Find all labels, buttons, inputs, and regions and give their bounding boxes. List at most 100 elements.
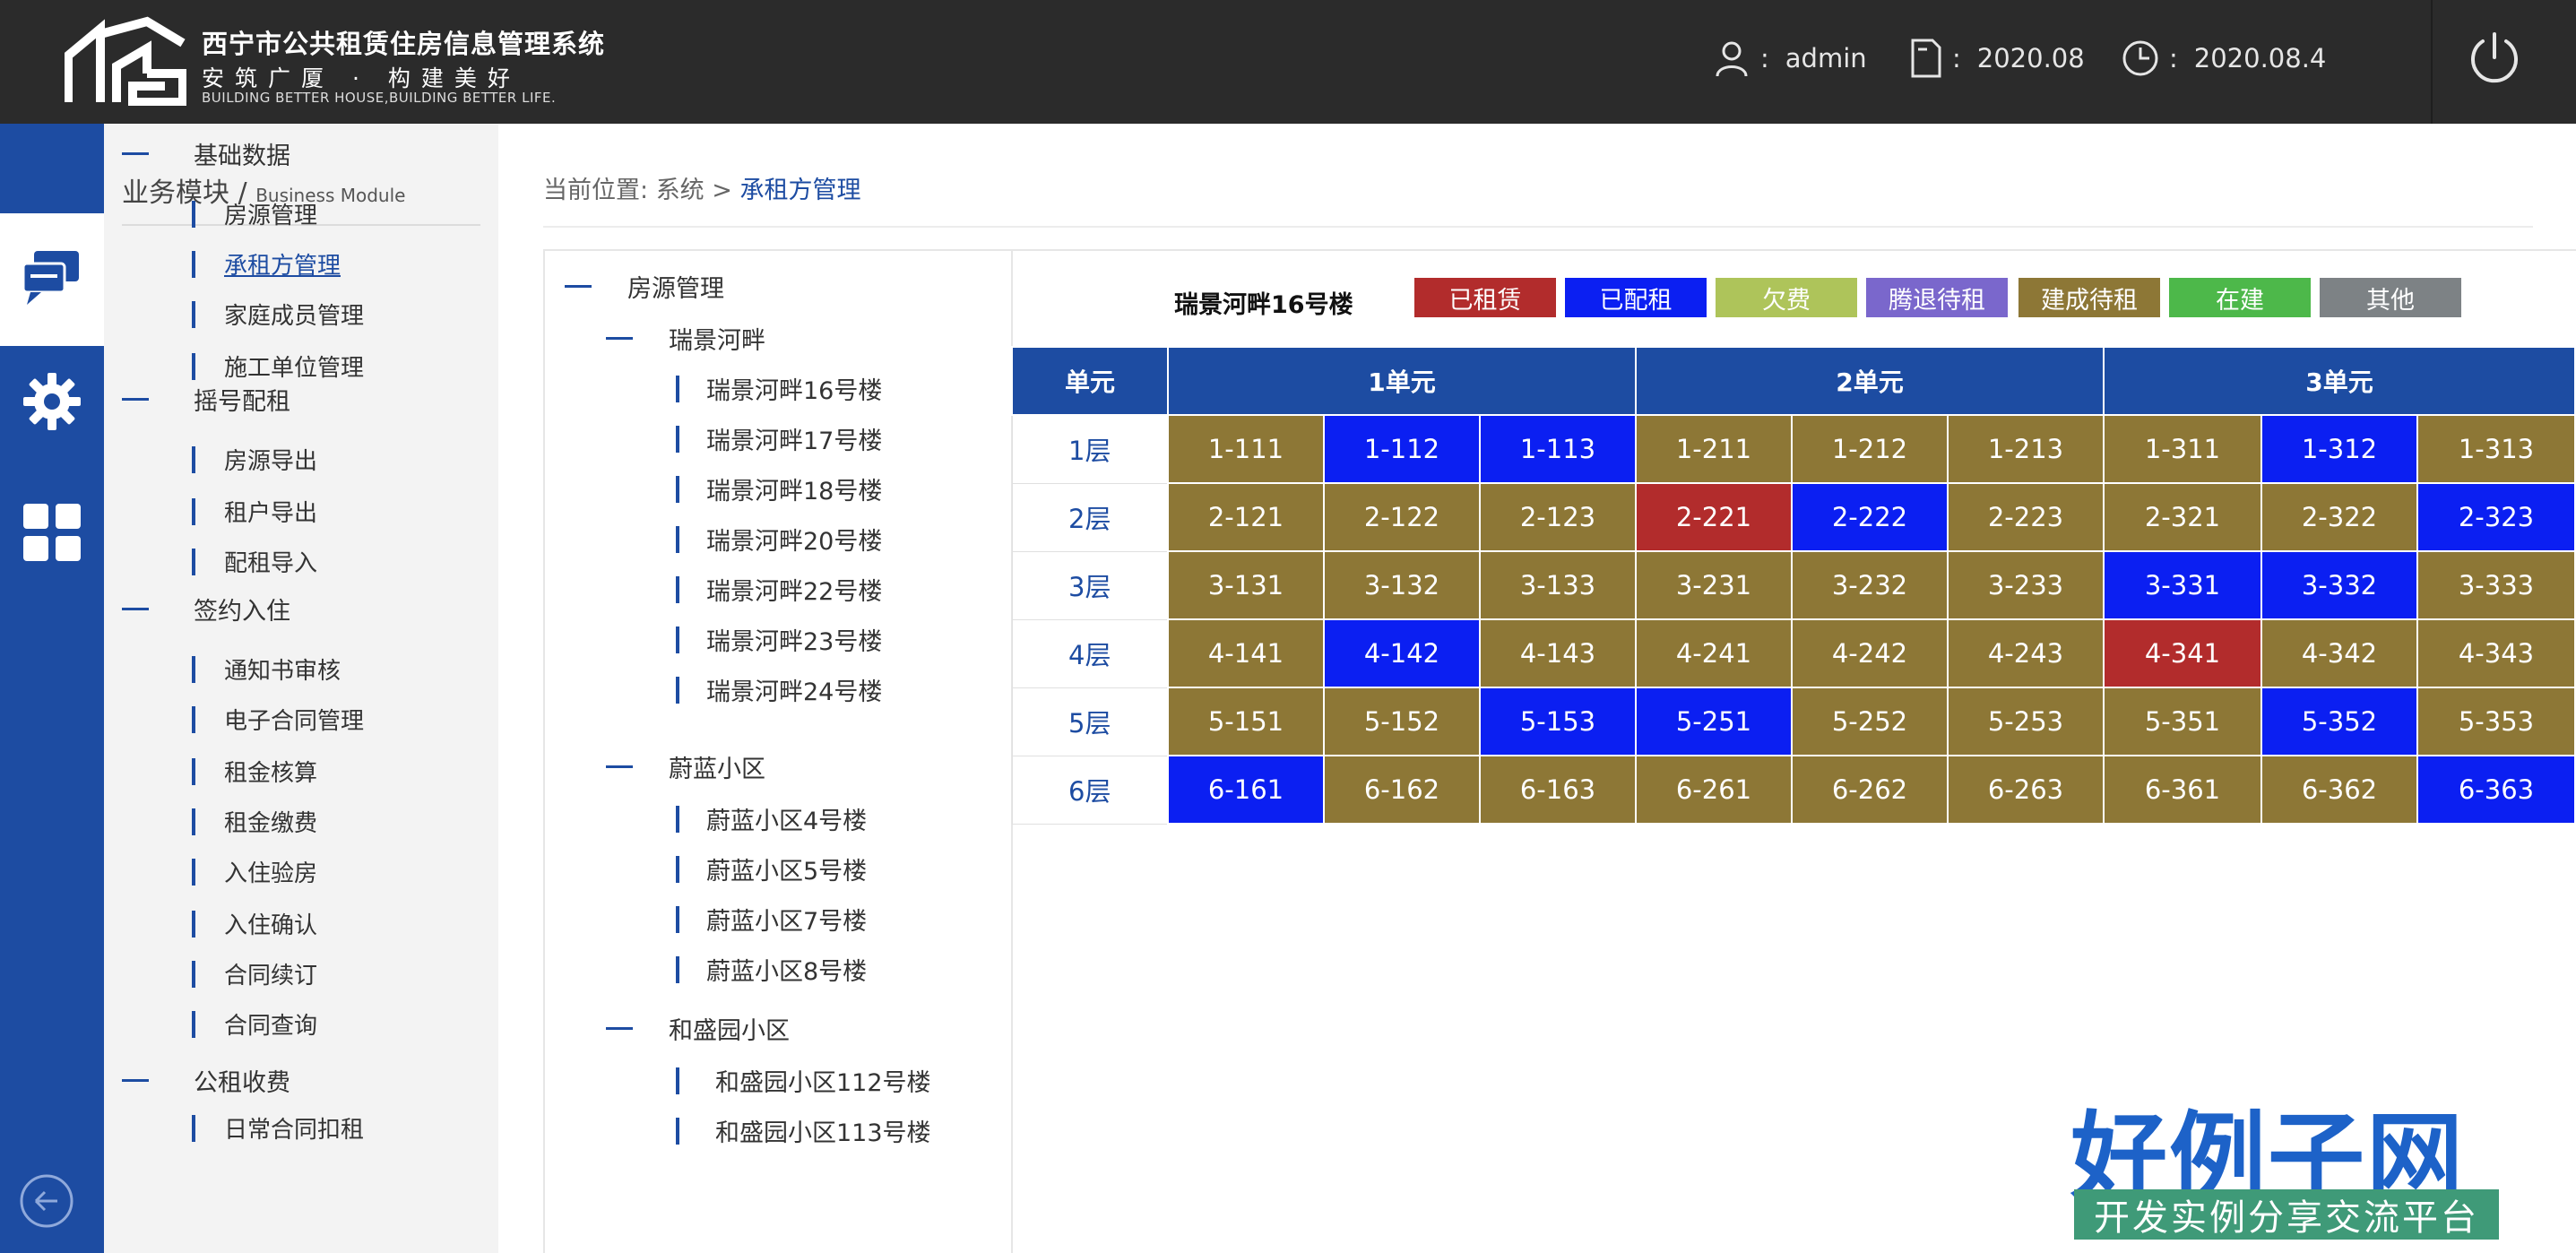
menu-group[interactable]: 公租收费 [122, 1063, 290, 1098]
room-cell[interactable]: 3-131 [1167, 550, 1325, 620]
tree-building[interactable]: 瑞景河畔16号楼 [676, 371, 882, 406]
chat-icon[interactable] [20, 246, 84, 310]
grid-apps-icon[interactable] [20, 500, 84, 565]
room-cell[interactable]: 1-111 [1167, 414, 1325, 484]
room-cell[interactable]: 6-363 [2416, 755, 2576, 825]
room-cell[interactable]: 2-122 [1323, 482, 1481, 552]
room-cell[interactable]: 5-351 [2103, 687, 2262, 756]
tree-community[interactable]: 瑞景河畔 [606, 321, 765, 356]
tree-building[interactable]: 瑞景河畔23号楼 [676, 622, 882, 657]
tree-building[interactable]: 蔚蓝小区8号楼 [676, 952, 867, 987]
room-cell[interactable]: 5-252 [1791, 687, 1949, 756]
date-info: : 2020.08.4 [2121, 36, 2326, 81]
menu-item[interactable]: 配租导入 [192, 545, 317, 578]
room-cell[interactable]: 1-312 [2260, 414, 2418, 484]
tree-building[interactable]: 蔚蓝小区7号楼 [676, 902, 867, 937]
menu-item[interactable]: 施工单位管理 [192, 350, 364, 383]
room-cell[interactable]: 2-121 [1167, 482, 1325, 552]
room-cell[interactable]: 4-241 [1635, 618, 1793, 688]
menu-item-label: 租户导出 [224, 500, 318, 527]
tree-building[interactable]: 瑞景河畔20号楼 [676, 522, 882, 557]
room-cell[interactable]: 3-333 [2416, 550, 2576, 620]
room-cell[interactable]: 5-153 [1479, 687, 1637, 756]
room-cell[interactable]: 1-212 [1791, 414, 1949, 484]
tree-building[interactable]: 瑞景河畔18号楼 [676, 471, 882, 506]
room-cell[interactable]: 1-311 [2103, 414, 2262, 484]
menu-group[interactable]: 摇号配租 [122, 382, 290, 417]
menu-item[interactable]: 租金缴费 [192, 805, 317, 838]
menu-item[interactable]: 合同续订 [192, 957, 317, 990]
room-cell[interactable]: 2-123 [1479, 482, 1637, 552]
gear-icon[interactable] [20, 369, 84, 434]
room-cell[interactable]: 6-263 [1947, 755, 2105, 825]
room-cell[interactable]: 5-352 [2260, 687, 2418, 756]
room-cell[interactable]: 4-141 [1167, 618, 1325, 688]
room-cell[interactable]: 5-151 [1167, 687, 1325, 756]
room-cell[interactable]: 1-213 [1947, 414, 2105, 484]
room-cell[interactable]: 6-162 [1323, 755, 1481, 825]
room-cell[interactable]: 2-321 [2103, 482, 2262, 552]
menu-item[interactable]: 日常合同扣租 [192, 1111, 364, 1145]
menu-group[interactable]: 签约入住 [122, 592, 290, 626]
room-cell[interactable]: 6-361 [2103, 755, 2262, 825]
tree-building[interactable]: 瑞景河畔22号楼 [676, 572, 882, 607]
menu-item[interactable]: 承租方管理 [192, 247, 341, 281]
room-cell[interactable]: 2-323 [2416, 482, 2576, 552]
room-cell[interactable]: 2-223 [1947, 482, 2105, 552]
room-cell[interactable]: 3-233 [1947, 550, 2105, 620]
menu-item[interactable]: 房源管理 [192, 197, 317, 230]
tree-root[interactable]: 房源管理 [565, 269, 724, 304]
room-cell[interactable]: 6-262 [1791, 755, 1949, 825]
tree-building[interactable]: 瑞景河畔17号楼 [676, 421, 882, 456]
tree-community[interactable]: 蔚蓝小区 [606, 749, 765, 784]
tree-building[interactable]: 蔚蓝小区5号楼 [676, 851, 867, 886]
tree-building[interactable]: 蔚蓝小区4号楼 [676, 801, 867, 836]
room-cell[interactable]: 3-331 [2103, 550, 2262, 620]
menu-item[interactable]: 电子合同管理 [192, 703, 364, 736]
room-cell[interactable]: 3-231 [1635, 550, 1793, 620]
menu-item[interactable]: 家庭成员管理 [192, 298, 364, 331]
tree-community[interactable]: 和盛园小区 [606, 1011, 790, 1046]
room-cell[interactable]: 6-163 [1479, 755, 1637, 825]
room-cell[interactable]: 6-261 [1635, 755, 1793, 825]
room-cell[interactable]: 6-161 [1167, 755, 1325, 825]
tree-building[interactable]: 瑞景河畔24号楼 [676, 672, 882, 707]
room-cell[interactable]: 3-332 [2260, 550, 2418, 620]
room-cell[interactable]: 4-343 [2416, 618, 2576, 688]
menu-item[interactable]: 租户导出 [192, 495, 317, 528]
tree-building[interactable]: 和盛园小区112号楼 [676, 1063, 931, 1098]
menu-item[interactable]: 租金核算 [192, 755, 317, 788]
tree-building[interactable]: 和盛园小区113号楼 [676, 1113, 931, 1148]
room-cell[interactable]: 5-152 [1323, 687, 1481, 756]
breadcrumb-system[interactable]: 系统 [656, 177, 705, 204]
room-cell[interactable]: 1-313 [2416, 414, 2576, 484]
menu-group[interactable]: 基础数据 [122, 136, 290, 171]
room-cell[interactable]: 1-112 [1323, 414, 1481, 484]
room-cell[interactable]: 5-251 [1635, 687, 1793, 756]
back-arrow-icon[interactable] [18, 1172, 75, 1230]
menu-item[interactable]: 合同查询 [192, 1007, 317, 1041]
room-cell[interactable]: 4-142 [1323, 618, 1481, 688]
room-cell[interactable]: 4-341 [2103, 618, 2262, 688]
room-cell[interactable]: 1-113 [1479, 414, 1637, 484]
room-cell[interactable]: 4-242 [1791, 618, 1949, 688]
room-cell[interactable]: 3-133 [1479, 550, 1637, 620]
menu-item[interactable]: 入住确认 [192, 907, 317, 940]
room-cell[interactable]: 5-353 [2416, 687, 2576, 756]
room-cell[interactable]: 4-143 [1479, 618, 1637, 688]
menu-item[interactable]: 房源导出 [192, 443, 317, 476]
room-cell[interactable]: 3-132 [1323, 550, 1481, 620]
menu-item[interactable]: 通知书审核 [192, 652, 341, 686]
user-info[interactable]: : admin [1712, 36, 1867, 81]
room-cell[interactable]: 3-232 [1791, 550, 1949, 620]
menu-item[interactable]: 入住验房 [192, 855, 317, 888]
room-cell[interactable]: 4-342 [2260, 618, 2418, 688]
room-cell[interactable]: 2-322 [2260, 482, 2418, 552]
room-cell[interactable]: 4-243 [1947, 618, 2105, 688]
room-cell[interactable]: 6-362 [2260, 755, 2418, 825]
room-cell[interactable]: 2-222 [1791, 482, 1949, 552]
room-cell[interactable]: 5-253 [1947, 687, 2105, 756]
room-cell[interactable]: 2-221 [1635, 482, 1793, 552]
room-cell[interactable]: 1-211 [1635, 414, 1793, 484]
power-icon[interactable] [2465, 29, 2524, 88]
